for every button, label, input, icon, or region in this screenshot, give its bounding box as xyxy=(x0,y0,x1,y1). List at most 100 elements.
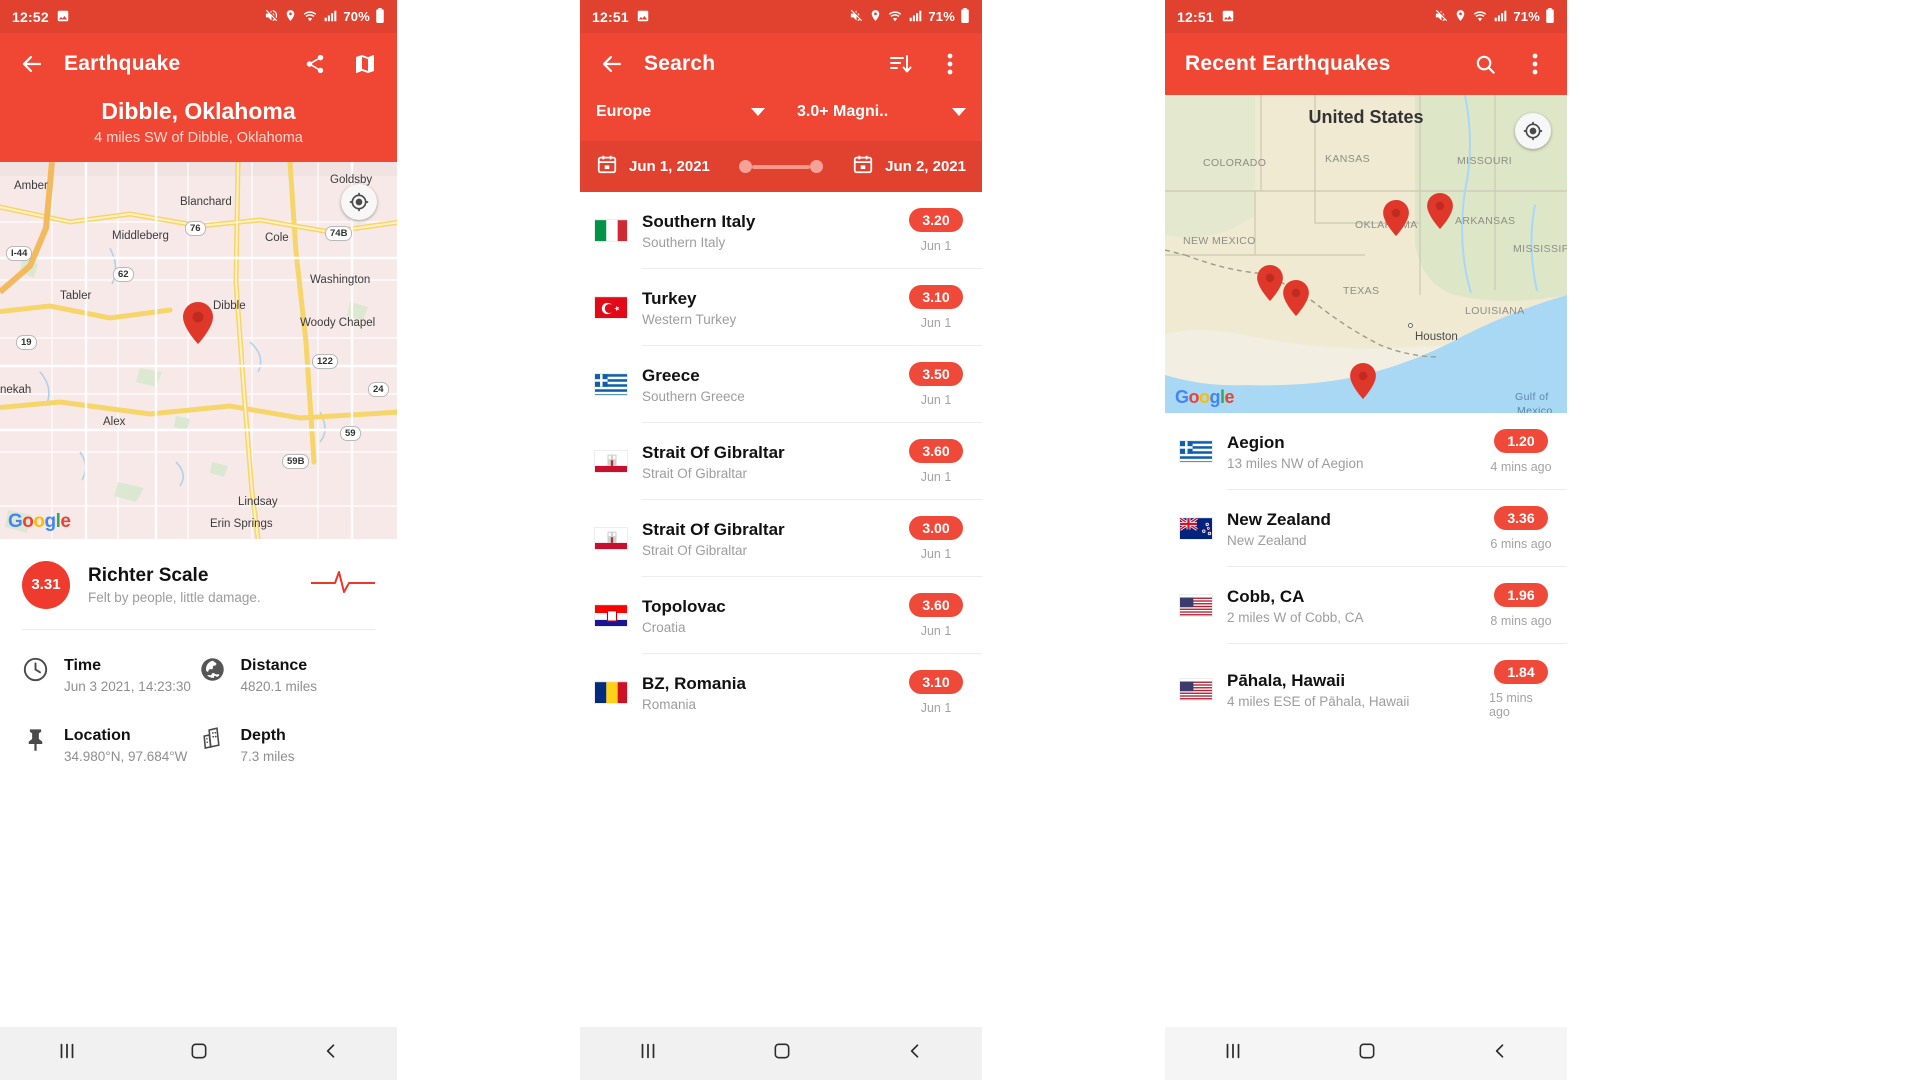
magnitude-filter[interactable]: 3.0+ Magni.. xyxy=(781,95,982,141)
list-item[interactable]: Aegion 13 miles NW of Aegion 1.20 4 mins a… xyxy=(1165,413,1567,489)
map-icon[interactable] xyxy=(347,46,383,82)
status-bar: 12:51 71% xyxy=(1165,0,1567,33)
recent-app-bar: Recent Earthquakes xyxy=(1165,33,1567,95)
earthquake-info-grid: Time Jun 3 2021, 14:23:30 Distance 4820.… xyxy=(0,630,397,764)
quake-time: Jun 1 xyxy=(920,701,952,715)
back-button[interactable] xyxy=(594,46,630,82)
map-label: Amber xyxy=(14,179,48,192)
quake-time: 8 mins ago xyxy=(1490,614,1552,628)
road-shield: 59B xyxy=(282,453,310,469)
magnitude-badge: 3.00 xyxy=(909,516,963,540)
list-item[interactable]: Greece Southern Greece 3.50 Jun 1 xyxy=(580,346,982,422)
status-time: 12:51 xyxy=(1177,8,1214,25)
water-label: Gulf of xyxy=(1515,391,1549,403)
start-date-picker[interactable]: Jun 1, 2021 xyxy=(596,153,710,180)
map-label: Goldsby xyxy=(330,173,373,186)
date-range-slider[interactable] xyxy=(720,157,842,177)
home-icon[interactable] xyxy=(772,1041,792,1066)
list-item[interactable]: Pāhala, Hawaii 4 miles ESE of Pāhala, Haw… xyxy=(1165,644,1567,734)
sort-icon[interactable] xyxy=(882,46,918,82)
location-icon xyxy=(284,8,297,25)
magnitude-badge: 3.20 xyxy=(909,208,963,232)
search-results-list: Southern Italy Southern Italy 3.20 Jun 1 T… xyxy=(580,192,982,730)
list-item[interactable]: Turkey Western Turkey 3.10 Jun 1 xyxy=(580,269,982,345)
magnitude-badge: 3.60 xyxy=(909,439,963,463)
map-pin[interactable] xyxy=(1427,193,1453,229)
state-label: ARKANSAS xyxy=(1455,215,1516,227)
map-pin[interactable] xyxy=(1350,363,1376,399)
more-vert-icon[interactable] xyxy=(932,46,968,82)
chevron-down-icon xyxy=(952,108,966,116)
map-label: Woody Chapel xyxy=(300,316,376,329)
map-pin[interactable] xyxy=(1383,200,1409,236)
page-title: Recent Earthquakes xyxy=(1185,52,1391,75)
state-label: MISSOURI xyxy=(1457,155,1513,167)
quake-name: Topolovac xyxy=(642,596,726,616)
magnitude-badge: 3.10 xyxy=(909,670,963,694)
my-location-button[interactable] xyxy=(1515,113,1551,149)
quake-region: 4 miles ESE of Pāhala, Hawaii xyxy=(1227,694,1410,710)
list-item[interactable]: New Zealand New Zealand 3.36 6 mins ago xyxy=(1165,490,1567,566)
status-time: 12:51 xyxy=(592,8,629,25)
pin-icon xyxy=(22,726,50,754)
flag-icon xyxy=(594,219,628,242)
region-filter[interactable]: Europe xyxy=(580,95,781,141)
recent-map[interactable]: United States COLORADO KANSAS MISSOURI O… xyxy=(1165,95,1567,413)
recents-icon[interactable] xyxy=(1222,1040,1244,1067)
magnitude-filter-label: 3.0+ Magni.. xyxy=(797,103,889,120)
quake-time: Jun 1 xyxy=(920,624,952,638)
quake-region: Romania xyxy=(642,697,697,713)
map-label: nekah xyxy=(0,383,32,396)
earthquake-map-pin[interactable] xyxy=(183,301,213,344)
list-item[interactable]: Cobb, CA 2 miles W of Cobb, CA 1.96 8 mins… xyxy=(1165,567,1567,643)
share-icon[interactable] xyxy=(297,46,333,82)
magnitude-badge: 1.84 xyxy=(1494,660,1548,684)
list-item[interactable]: Southern Italy Southern Italy 3.20 Jun 1 xyxy=(580,192,982,268)
seismograph-icon xyxy=(310,569,376,600)
flag-icon xyxy=(594,450,628,473)
list-item[interactable]: BZ, Romania Romania 3.10 Jun 1 xyxy=(580,654,982,730)
page-title: Earthquake xyxy=(64,52,181,75)
home-icon[interactable] xyxy=(189,1041,209,1066)
water-label: Mexico xyxy=(1517,405,1553,413)
map-label: Alex xyxy=(103,415,126,428)
list-item[interactable]: Strait Of Gibraltar Strait Of Gibraltar 3… xyxy=(580,423,982,499)
flag-icon xyxy=(594,681,628,704)
detail-app-bar: Earthquake Dibble, Oklahoma 4 miles SW o… xyxy=(0,33,397,162)
quake-region: New Zealand xyxy=(1227,533,1307,549)
my-location-button[interactable] xyxy=(341,183,377,220)
map-title: United States xyxy=(1308,107,1424,127)
map-pin[interactable] xyxy=(1283,280,1309,316)
road-shield: 74B xyxy=(325,225,353,241)
image-icon xyxy=(636,9,650,25)
back-icon[interactable] xyxy=(905,1041,925,1066)
detail-map[interactable]: Amber Blanchard Goldsby Middleberg Cole … xyxy=(0,161,397,539)
home-icon[interactable] xyxy=(1357,1041,1377,1066)
city-label: Houston xyxy=(1415,331,1458,343)
recents-icon[interactable] xyxy=(56,1040,78,1067)
map-label: Cole xyxy=(265,231,289,244)
quake-time: Jun 1 xyxy=(920,393,952,407)
list-item[interactable]: Strait Of Gibraltar Strait Of Gibraltar 3… xyxy=(580,500,982,576)
search-screen: 12:51 71% Search Europe 3.0+ Magni.. Jun… xyxy=(580,0,982,1080)
magnitude-badge: 1.20 xyxy=(1494,429,1548,453)
state-label: LOUISIANA xyxy=(1465,305,1525,317)
quake-time: 6 mins ago xyxy=(1490,537,1552,551)
magnitude-badge: 3.60 xyxy=(909,593,963,617)
info-value: Jun 3 2021, 14:23:30 xyxy=(64,678,191,694)
quake-name: Greece xyxy=(642,365,700,385)
wifi-icon xyxy=(887,9,903,25)
more-vert-icon[interactable] xyxy=(1517,46,1553,82)
list-item[interactable]: Topolovac Croatia 3.60 Jun 1 xyxy=(580,577,982,653)
recents-icon[interactable] xyxy=(637,1040,659,1067)
battery-icon xyxy=(1545,8,1555,25)
signal-icon xyxy=(908,9,923,25)
back-button[interactable] xyxy=(14,46,50,82)
search-icon[interactable] xyxy=(1467,46,1503,82)
back-icon[interactable] xyxy=(1490,1041,1510,1066)
page-title: Search xyxy=(644,52,716,75)
back-icon[interactable] xyxy=(321,1041,341,1066)
end-date-picker[interactable]: Jun 2, 2021 xyxy=(852,153,966,180)
map-pin[interactable] xyxy=(1257,265,1283,301)
road-shield: 76 xyxy=(185,220,206,236)
